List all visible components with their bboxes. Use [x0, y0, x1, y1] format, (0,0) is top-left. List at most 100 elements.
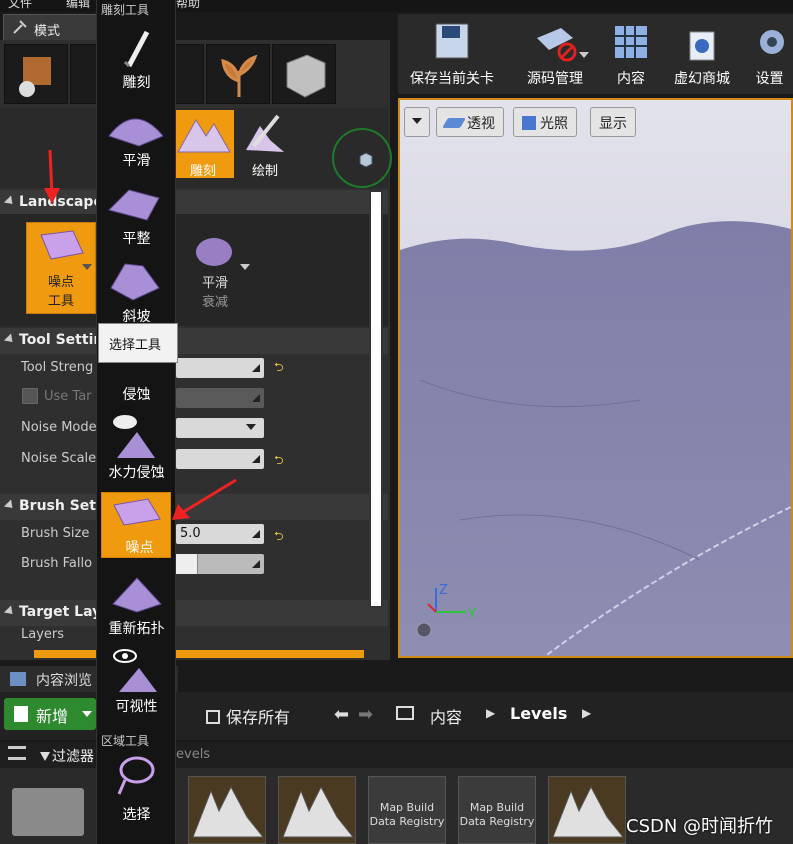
reset-arrow-icon[interactable]: ⮌	[274, 358, 284, 379]
asset-tile-landscape-2[interactable]	[278, 776, 356, 844]
menu-edit[interactable]: 编辑	[66, 0, 90, 9]
panel-scrollbar[interactable]	[369, 190, 383, 608]
content-button[interactable]: 内容	[598, 16, 664, 88]
watermark: CSDN @时闻折竹	[626, 816, 774, 837]
foliage-icon	[221, 54, 258, 97]
flatten-tool-item[interactable]: 平整	[99, 174, 174, 250]
sculpt-tools-header: 雕刻工具	[101, 3, 150, 17]
chevron-down-icon[interactable]	[82, 264, 92, 272]
reset-arrow-icon[interactable]: ⮌	[274, 451, 284, 472]
forward-arrow-icon[interactable]: ➡	[358, 704, 373, 725]
sculpt-tab[interactable]: 雕刻	[172, 110, 234, 179]
annotation-arrow-down	[44, 149, 60, 204]
list-view-icon[interactable]	[8, 746, 26, 760]
floppy-disk-icon	[206, 710, 220, 724]
sculpt-tab-label: 雕刻	[189, 164, 216, 179]
noise-mode-dropdown[interactable]	[176, 418, 264, 438]
use-target-label: Use Tar	[44, 389, 92, 404]
path-content[interactable]: 内容	[430, 704, 462, 728]
folder-icon	[396, 706, 414, 720]
section-target-layers[interactable]: Target Lay	[0, 600, 388, 626]
path-levels[interactable]: Levels	[510, 704, 567, 723]
perspective-button[interactable]: 透视	[436, 107, 504, 137]
noise-scale-slider[interactable]	[176, 449, 264, 469]
retopologize-tool-item[interactable]: 重新拓扑	[99, 564, 174, 640]
noise-mode-label: Noise Mode	[21, 420, 97, 435]
modes-icon	[13, 20, 27, 34]
annotation-arrow-left	[172, 478, 237, 520]
menu-file[interactable]: 文件	[8, 0, 32, 9]
path-separator-icon: ▶	[582, 706, 592, 720]
chevron-down-icon	[82, 711, 92, 717]
modes-tab[interactable]: 模式	[3, 14, 98, 40]
flatten-terrain-icon	[108, 189, 160, 221]
level-viewport[interactable]	[398, 98, 793, 658]
show-button[interactable]: 显示	[590, 107, 636, 137]
layers-label: Layers	[21, 627, 65, 642]
tooltip: 选择工具	[98, 323, 178, 363]
layer-bar[interactable]	[34, 650, 364, 658]
use-target-checkbox[interactable]	[22, 388, 38, 404]
marketplace-button[interactable]: 虚幻商城	[664, 16, 740, 88]
axis-y-label: Y	[468, 607, 476, 622]
gear-icon	[759, 30, 784, 54]
search-hint[interactable]: evels	[176, 747, 210, 762]
save-all-button[interactable]: 保存所有	[206, 704, 290, 728]
lit-button[interactable]: 光照	[513, 107, 577, 137]
settings-button[interactable]: 设置	[746, 16, 793, 88]
paint-tab-label: 绘制	[251, 164, 278, 179]
landscape-mode-button[interactable]	[174, 44, 204, 104]
paint-tab[interactable]: 绘制	[234, 110, 296, 179]
source-control-button[interactable]: 源码管理	[505, 16, 605, 88]
ramp-terrain-icon	[110, 263, 160, 301]
brush-falloff-slider[interactable]	[176, 554, 264, 574]
select-tool-item[interactable]: 选择	[99, 750, 174, 826]
collapse-triangle-icon	[3, 195, 17, 208]
use-target-slider[interactable]	[176, 388, 264, 408]
asset-tile-landscape-1[interactable]	[188, 776, 266, 844]
floppy-disk-icon	[435, 23, 469, 59]
smooth-tool-item[interactable]: 平滑	[99, 96, 174, 172]
reset-arrow-icon[interactable]: ⮌	[274, 527, 284, 548]
folder-icon[interactable]	[12, 788, 84, 836]
menu-help[interactable]: 帮助	[176, 0, 200, 9]
foliage-mode-button[interactable]	[206, 44, 270, 104]
noise-scale-label: Noise Scale	[21, 451, 97, 466]
new-file-icon	[14, 706, 28, 722]
brush-falloff-label: Brush Fallo	[21, 556, 93, 571]
back-arrow-icon[interactable]: ⬅	[334, 704, 349, 725]
asset-tile-landscape-3[interactable]	[548, 776, 626, 844]
brush-size-label: Brush Size	[21, 526, 90, 541]
chevron-down-icon[interactable]	[240, 264, 250, 272]
smooth-falloff-icon	[196, 238, 232, 266]
source-control-icon	[537, 28, 577, 62]
hydro-erosion-tool-item[interactable]: 水力侵蚀	[99, 408, 174, 484]
noise-tool-item[interactable]: 噪点	[101, 492, 171, 558]
paint-mode-button[interactable]	[70, 44, 98, 104]
modes-tab-label: 模式	[34, 24, 61, 39]
sculpt-tool-item[interactable]: 雕刻	[99, 18, 174, 94]
save-level-button[interactable]: 保存当前关卡	[402, 16, 502, 88]
filters-button[interactable]: 过滤器	[40, 746, 94, 766]
axis-z-label: Z	[439, 583, 448, 598]
add-new-button[interactable]: 新增	[4, 698, 96, 730]
collapse-triangle-icon	[3, 605, 17, 618]
asset-tile-map-build-1[interactable]: Map Build Data Registry	[368, 776, 446, 844]
place-mode-button[interactable]	[4, 44, 68, 104]
viewport-options-button[interactable]	[404, 107, 430, 137]
asset-tile-map-build-2[interactable]: Map Build Data Registry	[458, 776, 536, 844]
content-grid-icon	[615, 26, 647, 58]
visibility-tool-item[interactable]: 可视性	[99, 642, 174, 718]
geometry-mode-button[interactable]	[272, 44, 336, 104]
brush-size-slider[interactable]: 5.0	[176, 524, 264, 544]
marketplace-bag-icon	[689, 31, 715, 61]
landscape-asset-icon	[282, 785, 355, 838]
ramp-tool-item[interactable]: 斜坡	[99, 252, 174, 328]
section-tool-settings[interactable]: Tool Settin	[0, 328, 388, 354]
smooth-terrain-icon	[108, 118, 164, 147]
tool-strength-slider[interactable]	[176, 358, 264, 378]
sculpt-mountain-icon	[177, 119, 231, 153]
lasso-select-icon	[117, 756, 155, 795]
paint-brush-icon	[246, 114, 284, 152]
region-tools-header: 区域工具	[101, 734, 150, 748]
